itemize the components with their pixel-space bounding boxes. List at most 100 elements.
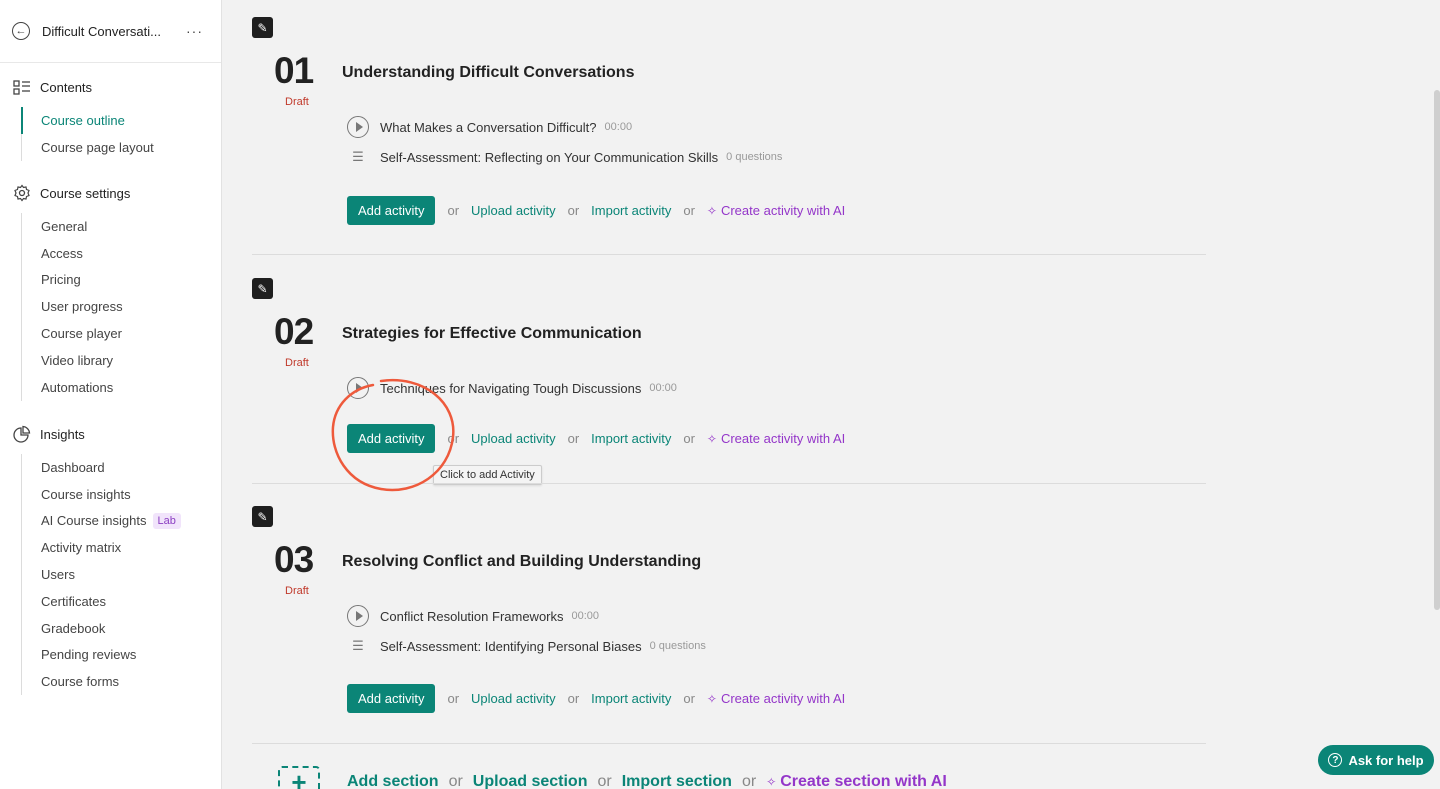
activity-title: What Makes a Conversation Difficult? xyxy=(380,119,597,135)
help-icon: ? xyxy=(1328,753,1343,767)
upload-section-link[interactable]: Upload section xyxy=(473,773,588,789)
sidebar-group-insights: Insights xyxy=(0,425,85,443)
section-number: 02 xyxy=(274,311,314,352)
activity-actions: Add activity or Upload activity or Import ac… xyxy=(347,196,845,225)
ask-for-help-button[interactable]: ? Ask for help xyxy=(1318,745,1434,775)
sidebar-item-ai-course-insights[interactable]: AI Course insights Lab xyxy=(22,508,211,535)
play-triangle xyxy=(355,383,363,393)
sidebar-item-label: Gradebook xyxy=(41,620,106,636)
section-number: 01 xyxy=(274,50,314,91)
create-activity-ai-label: Create activity with AI xyxy=(720,431,846,446)
or-separator: or xyxy=(597,773,612,789)
upload-activity-link[interactable]: Upload activity xyxy=(471,203,556,218)
sidebar-item-label: Course insights xyxy=(41,486,131,502)
import-section-link[interactable]: Import section xyxy=(622,773,732,789)
add-section-link[interactable]: Add section xyxy=(347,773,439,789)
sidebar-item-label: Automations xyxy=(41,379,114,395)
add-section-row: + Add section or Upload section or Impor… xyxy=(278,766,947,789)
section-title[interactable]: Resolving Conflict and Building Understa… xyxy=(342,553,701,571)
quiz-list-icon: ☰ xyxy=(352,638,364,653)
sidebar-item-users[interactable]: Users xyxy=(22,561,211,588)
create-activity-ai-link[interactable]: ✧ Create activity with AI xyxy=(707,203,845,218)
import-activity-link[interactable]: Import activity xyxy=(591,203,671,218)
more-options-icon[interactable]: ··· xyxy=(186,23,203,39)
sidebar-list: Dashboard Course insights AI Course insigh… xyxy=(21,454,211,696)
sidebar-item-course-insights[interactable]: Course insights xyxy=(22,481,211,508)
sidebar-item-automations[interactable]: Automations xyxy=(22,374,211,401)
sidebar-group-contents: Contents xyxy=(0,78,92,96)
play-triangle xyxy=(355,611,363,621)
draft-badge: Draft xyxy=(285,96,309,108)
activity-item[interactable]: What Makes a Conversation Difficult? 00:0… xyxy=(347,116,632,138)
scrollbar[interactable] xyxy=(1434,90,1440,610)
sidebar-item-course-forms[interactable]: Course forms xyxy=(22,668,211,695)
sidebar-item-activity-matrix[interactable]: Activity matrix xyxy=(22,534,211,561)
activity-meta: 00:00 xyxy=(604,121,633,133)
sparkle-icon: ✧ xyxy=(706,203,717,218)
sidebar-item-certificates[interactable]: Certificates xyxy=(22,588,211,615)
or-separator: or xyxy=(447,431,460,446)
create-section-ai-link[interactable]: ✧ Create section with AI xyxy=(766,773,947,789)
sidebar-item-label: Course outline xyxy=(41,112,125,128)
activity-item[interactable]: ☰ Self-Assessment: Identifying Personal B… xyxy=(347,638,706,654)
draft-badge: Draft xyxy=(285,357,309,369)
play-icon xyxy=(347,377,369,399)
sidebar-item-course-outline[interactable]: Course outline xyxy=(21,107,211,134)
sidebar-item-access[interactable]: Access xyxy=(22,240,211,267)
activity-item[interactable]: Conflict Resolution Frameworks 00:00 xyxy=(347,605,599,627)
ask-for-help-label: Ask for help xyxy=(1348,752,1424,768)
activity-title: Self-Assessment: Reflecting on Your Comm… xyxy=(380,149,719,165)
edit-icon[interactable]: ✎ xyxy=(252,278,273,299)
sidebar-item-course-page-layout[interactable]: Course page layout xyxy=(22,134,211,161)
create-activity-ai-label: Create activity with AI xyxy=(720,203,846,218)
sidebar-item-gradebook[interactable]: Gradebook xyxy=(22,615,211,642)
add-activity-button[interactable]: Add activity xyxy=(347,196,436,225)
sidebar-item-label: Video library xyxy=(41,352,114,368)
sidebar-item-video-library[interactable]: Video library xyxy=(22,347,211,374)
create-section-ai-label: Create section with AI xyxy=(780,773,947,789)
add-activity-button[interactable]: Add activity xyxy=(347,684,436,713)
add-section-plus-icon[interactable]: + xyxy=(278,766,320,789)
import-activity-link[interactable]: Import activity xyxy=(591,691,671,706)
sidebar-item-label: Course forms xyxy=(41,674,120,690)
import-activity-link[interactable]: Import activity xyxy=(591,431,671,446)
sidebar-item-dashboard[interactable]: Dashboard xyxy=(22,454,211,481)
sidebar-item-course-player[interactable]: Course player xyxy=(22,320,211,347)
activity-actions: Add activity or Upload activity or Import ac… xyxy=(347,424,845,453)
draft-badge: Draft xyxy=(285,585,309,597)
sidebar-list: General Access Pricing User progress Course … xyxy=(21,213,211,401)
or-separator: or xyxy=(683,431,695,446)
activity-item[interactable]: Techniques for Navigating Tough Discussi… xyxy=(347,377,677,399)
section-01: ✎ 01 Draft Understanding Difficult Conversa… xyxy=(252,17,1206,225)
sidebar-item-pending-reviews[interactable]: Pending reviews xyxy=(22,642,211,669)
play-icon xyxy=(347,116,369,138)
upload-activity-link[interactable]: Upload activity xyxy=(471,691,556,706)
sidebar-group-label: Insights xyxy=(40,426,85,442)
upload-activity-link[interactable]: Upload activity xyxy=(471,431,556,446)
section-title[interactable]: Strategies for Effective Communication xyxy=(342,325,642,343)
sidebar-item-general[interactable]: General xyxy=(22,213,211,240)
back-arrow-icon[interactable]: ← xyxy=(12,22,30,40)
sidebar-item-pricing[interactable]: Pricing xyxy=(22,267,211,294)
play-icon xyxy=(347,605,369,627)
sidebar-item-user-progress[interactable]: User progress xyxy=(22,293,211,320)
create-activity-ai-link[interactable]: ✧ Create activity with AI xyxy=(707,691,845,706)
sidebar-item-label: Activity matrix xyxy=(41,540,122,556)
sidebar-item-label: Course player xyxy=(41,326,122,342)
lab-badge: Lab xyxy=(152,512,181,529)
add-activity-button[interactable]: Add activity xyxy=(347,424,436,453)
section-03: ✎ 03 Draft Resolving Conflict and Building … xyxy=(252,506,1206,713)
or-separator: or xyxy=(567,431,580,446)
sidebar-group-label: Course settings xyxy=(40,185,131,201)
activity-item[interactable]: ☰ Self-Assessment: Reflecting on Your Com… xyxy=(347,149,782,165)
edit-icon[interactable]: ✎ xyxy=(252,506,273,527)
section-title[interactable]: Understanding Difficult Conversations xyxy=(342,64,634,82)
section-divider xyxy=(252,743,1206,744)
sidebar-group-label: Contents xyxy=(40,79,93,95)
course-title[interactable]: Difficult Conversati... xyxy=(42,24,186,39)
create-activity-ai-link[interactable]: ✧ Create activity with AI xyxy=(707,431,845,446)
or-separator: or xyxy=(447,691,460,706)
activity-title: Self-Assessment: Identifying Personal Bi… xyxy=(380,638,642,654)
edit-icon[interactable]: ✎ xyxy=(252,17,273,38)
activity-meta: 0 questions xyxy=(649,640,706,652)
